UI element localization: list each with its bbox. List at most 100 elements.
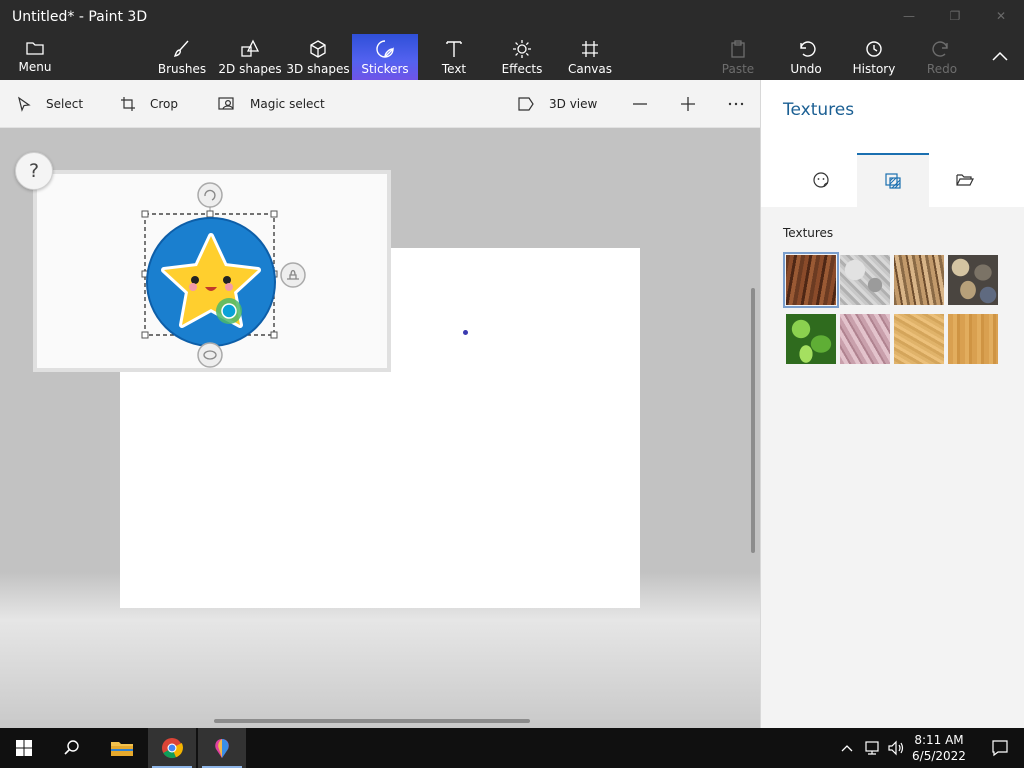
view-3d-label: 3D view	[549, 97, 598, 111]
minus-icon	[633, 103, 647, 105]
workspace[interactable]: ?	[0, 128, 760, 728]
texture-tab-icon	[885, 173, 901, 189]
file-explorer-icon	[111, 742, 133, 756]
view-3d-icon	[518, 97, 534, 111]
search-button[interactable]	[48, 728, 96, 768]
texture-sand[interactable]	[894, 314, 944, 364]
paste-label: Paste	[721, 62, 755, 76]
windows-logo-icon	[16, 740, 32, 756]
stickers-button[interactable]: Stickers	[352, 34, 418, 80]
search-icon	[64, 740, 79, 755]
magic-select-tool[interactable]: Magic select	[218, 80, 325, 128]
maximize-button[interactable]: ❐	[944, 6, 966, 26]
zoom-in-button[interactable]	[679, 80, 711, 128]
network-icon	[865, 741, 879, 755]
texture-pink-marble[interactable]	[840, 314, 890, 364]
paste-button[interactable]: Paste	[705, 34, 771, 80]
resize-handle[interactable]	[141, 210, 149, 218]
shapes-3d-button[interactable]: 3D shapes	[285, 34, 351, 80]
texture-bark[interactable]	[783, 252, 839, 308]
clock-time: 8:11 AM	[914, 733, 964, 747]
crop-label: Crop	[150, 97, 179, 111]
magic-select-label: Magic select	[250, 97, 325, 111]
rotate-handle-icon[interactable]	[197, 182, 223, 208]
help-button[interactable]: ?	[15, 152, 53, 190]
open-folder-icon	[956, 174, 974, 186]
history-button[interactable]: History	[841, 34, 907, 80]
sticker-tab-icon	[813, 172, 829, 188]
folder-icon	[26, 42, 44, 55]
brush-icon	[173, 40, 189, 57]
canvas-icon	[582, 41, 598, 57]
crop-icon	[121, 97, 135, 111]
star-sticker[interactable]	[146, 217, 276, 347]
speaker-icon	[888, 740, 904, 756]
horizontal-scrollbar[interactable]	[214, 719, 530, 723]
resize-handle[interactable]	[270, 331, 278, 339]
depth-handle-icon[interactable]	[216, 298, 242, 324]
panel-title: Textures	[783, 100, 855, 120]
volume-button[interactable]	[884, 728, 908, 768]
minimize-button[interactable]: —	[898, 6, 920, 26]
redo-button[interactable]: Redo	[909, 34, 975, 80]
brushes-button[interactable]: Brushes	[149, 34, 215, 80]
resize-handle[interactable]	[270, 210, 278, 218]
paint-3d-button[interactable]	[198, 728, 246, 768]
show-hidden-icons-button[interactable]	[836, 728, 858, 768]
textures-panel: Textures Textures	[760, 80, 1024, 728]
redo-label: Redo	[926, 62, 958, 76]
undo-button[interactable]: Undo	[773, 34, 839, 80]
redo-icon	[932, 41, 948, 57]
tab-textures[interactable]	[857, 153, 929, 207]
system-clock[interactable]: 8:11 AM 6/5/2022	[910, 732, 968, 764]
view-3d-toggle[interactable]: 3D view	[517, 80, 597, 128]
notifications-button[interactable]	[976, 728, 1024, 768]
tab-custom[interactable]	[929, 153, 1001, 207]
text-button[interactable]: Text	[421, 34, 487, 80]
select-label: Select	[46, 97, 84, 111]
vertical-scrollbar[interactable]	[751, 288, 755, 553]
menu-label: Menu	[18, 60, 52, 74]
textures-section-label: Textures	[783, 226, 834, 240]
history-label: History	[852, 62, 896, 76]
tool-bar: Select Crop Magic select 3D view	[0, 80, 760, 128]
select-tool[interactable]: Select	[16, 80, 83, 128]
close-button[interactable]: ✕	[990, 6, 1012, 26]
menu-button[interactable]: Menu	[2, 34, 68, 80]
resize-handle[interactable]	[141, 331, 149, 339]
texture-light-wood[interactable]	[948, 314, 998, 364]
effects-button[interactable]: Effects	[489, 34, 555, 80]
taskbar: 8:11 AM 6/5/2022	[0, 728, 1024, 768]
history-icon	[866, 41, 882, 57]
texture-granite[interactable]	[840, 255, 890, 305]
network-button[interactable]	[860, 728, 884, 768]
stamp-icon[interactable]	[280, 262, 306, 288]
undo-label: Undo	[790, 62, 822, 76]
texture-pebbles[interactable]	[948, 255, 998, 305]
crop-tool[interactable]: Crop	[120, 80, 178, 128]
panel-header: Textures	[761, 80, 1024, 207]
window-title: Untitled* - Paint 3D	[12, 9, 148, 25]
texture-wood-grain[interactable]	[894, 255, 944, 305]
canvas-button[interactable]: Canvas	[557, 34, 623, 80]
shapes-2d-button[interactable]: 2D shapes	[217, 34, 283, 80]
cursor-icon	[18, 96, 31, 112]
sticker-icon	[376, 40, 394, 58]
file-explorer-button[interactable]	[98, 728, 146, 768]
brushes-label: Brushes	[157, 62, 207, 76]
tilt-handle-icon[interactable]	[197, 342, 223, 368]
texture-leaves[interactable]	[786, 314, 836, 364]
more-options-button[interactable]	[727, 80, 759, 128]
sticker-placement-view[interactable]	[33, 170, 391, 372]
stickers-label: Stickers	[361, 62, 409, 76]
tab-stickers[interactable]	[785, 153, 857, 207]
resize-handle[interactable]	[206, 210, 214, 218]
shapes-2d-label: 2D shapes	[218, 62, 282, 76]
start-button[interactable]	[0, 728, 48, 768]
text-label: Text	[441, 62, 467, 76]
zoom-out-button[interactable]	[631, 80, 663, 128]
collapse-ribbon-button[interactable]	[978, 34, 1022, 80]
clock-date: 6/5/2022	[912, 749, 966, 763]
chrome-button[interactable]	[148, 728, 196, 768]
ellipsis-icon	[728, 102, 744, 106]
